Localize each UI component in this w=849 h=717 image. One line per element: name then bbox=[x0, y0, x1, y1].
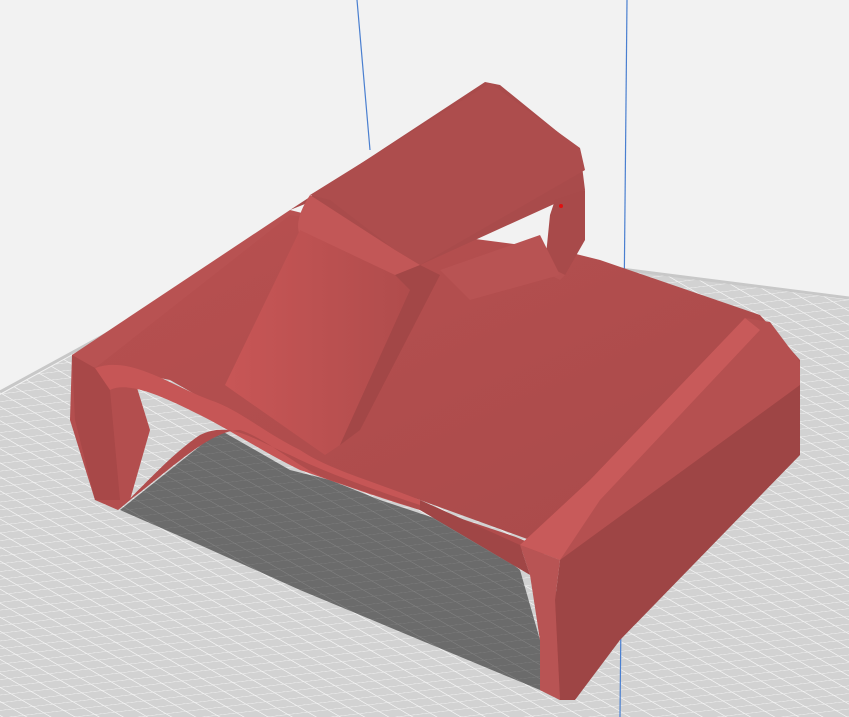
model-marker-dot bbox=[559, 204, 563, 208]
scene-canvas[interactable] bbox=[0, 0, 849, 717]
3d-viewport[interactable] bbox=[0, 0, 849, 717]
